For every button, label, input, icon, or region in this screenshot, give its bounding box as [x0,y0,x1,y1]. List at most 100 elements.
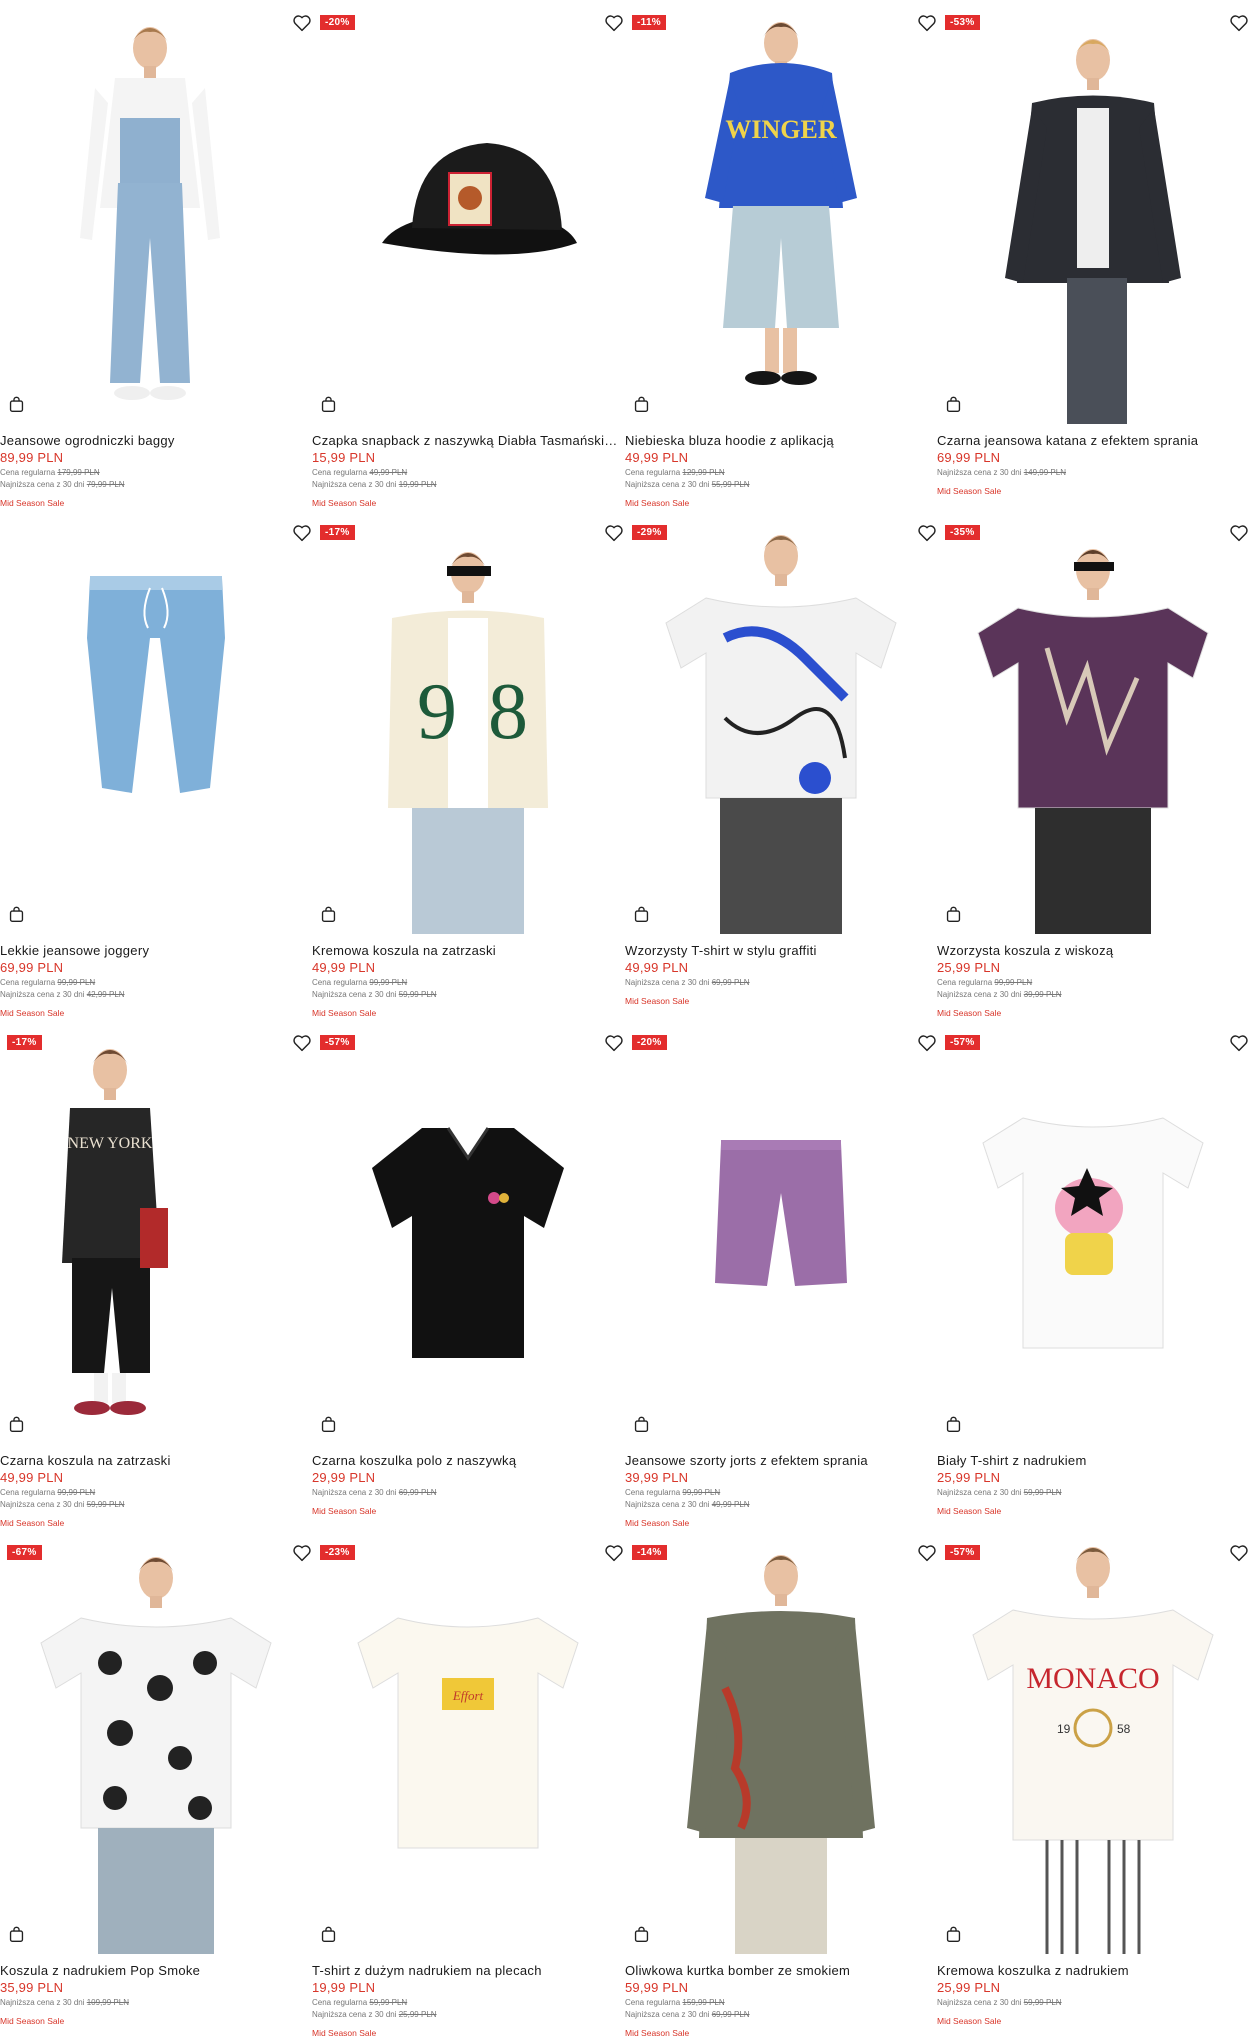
heart-icon[interactable] [917,14,937,32]
heart-icon[interactable] [1229,1544,1249,1562]
product-photo [977,549,1209,934]
product-image[interactable] [937,1028,1249,1444]
bag-icon[interactable] [945,906,962,923]
product-card[interactable]: -20% Czarna koszulka polo z naszywką 29,… [312,1028,667,1538]
product-name[interactable]: Czarna koszulka polo z naszywką [312,1453,624,1469]
product-name[interactable]: Jeansowe ogrodniczki baggy [0,433,312,449]
product-card[interactable]: Effort -14% T-shirt z dużym nadrukiem na… [312,1538,667,2039]
heart-icon[interactable] [604,14,624,32]
product-image[interactable] [625,1538,937,1954]
heart-icon[interactable] [604,524,624,542]
product-card[interactable]: NEW YORK -17% -57% Czarna koszula na zat… [0,1028,355,1538]
sale-label: Mid Season Sale [625,1518,690,1528]
product-card[interactable]: -67% -23% Koszula z nadrukiem Pop Smoke … [0,1538,355,2039]
bag-icon[interactable] [633,396,650,413]
discount-badge: -35% [945,525,980,540]
product-name[interactable]: Lekkie jeansowe joggery [0,943,312,959]
heart-icon[interactable] [292,1034,312,1052]
product-image[interactable] [0,1538,312,1954]
product-image[interactable] [0,518,312,934]
heart-icon[interactable] [917,1544,937,1562]
product-card[interactable]: Wzorzysta koszula z wiskozą 25,99 PLN Ce… [937,518,1249,1028]
lowest-price: Najniższa cena z 30 dni 55,99 PLN [625,480,750,489]
bag-icon[interactable] [320,906,337,923]
bag-icon[interactable] [320,1416,337,1433]
heart-icon[interactable] [917,1034,937,1052]
product-name[interactable]: Jeansowe szorty jorts z efektem sprania [625,1453,937,1469]
product-card[interactable]: Biały T-shirt z nadrukiem 25,99 PLN Najn… [937,1028,1249,1538]
bag-icon[interactable] [8,906,25,923]
product-name[interactable]: Czapka snapback z naszywką Diabła Tasmań… [312,433,624,449]
product-name[interactable]: Koszula z nadrukiem Pop Smoke [0,1963,312,1979]
product-card[interactable]: 9 8 -29% Kremowa koszula na zatrzaski 49… [312,518,667,1028]
product-card[interactable]: Czarna jeansowa katana z efektem sprania… [937,8,1249,518]
product-name[interactable]: Czarna jeansowa katana z efektem sprania [937,433,1249,449]
bag-icon[interactable] [8,396,25,413]
product-photo [372,1127,564,1358]
bag-icon[interactable] [633,1926,650,1943]
sale-label: Mid Season Sale [312,498,377,508]
product-info: Czapka snapback z naszywką Diabła Tasmań… [312,433,624,509]
heart-icon[interactable] [292,14,312,32]
product-photo [982,1117,1204,1349]
product-card[interactable]: -11% Czapka snapback z naszywką Diabła T… [312,8,666,518]
product-image[interactable] [937,8,1249,424]
product-photo [382,143,577,255]
product-card[interactable]: -57% Oliwkowa kurtka bomber ze smokiem 5… [625,1538,980,2039]
regular-price: Cena regularna 99,99 PLN [0,978,96,987]
product-image[interactable]: WINGER [625,8,937,424]
product-image[interactable]: NEW YORK [0,1028,312,1444]
product-name[interactable]: Wzorzysta koszula z wiskozą [937,943,1249,959]
product-name[interactable]: T-shirt z dużym nadrukiem na plecach [312,1963,624,1979]
bag-icon[interactable] [945,396,962,413]
lowest-price: Najniższa cena z 30 dni 59,99 PLN [312,990,437,999]
product-info: Koszula z nadrukiem Pop Smoke 35,99 PLN … [0,1963,312,2027]
product-photo [665,535,897,934]
product-card[interactable]: -20% Jeansowe ogrodniczki baggy 89,99 PL… [0,8,355,518]
discount-badge: -57% [945,1545,980,1560]
lowest-price: Najniższa cena z 30 dni 149,99 PLN [937,468,1066,477]
bag-icon[interactable] [320,396,337,413]
heart-icon[interactable] [1229,14,1249,32]
product-image[interactable] [312,1028,624,1444]
product-image[interactable] [625,1028,937,1444]
product-image[interactable] [937,518,1249,934]
product-name[interactable]: Biały T-shirt z nadrukiem [937,1453,1249,1469]
product-card[interactable]: -35% Wzorzysty T-shirt w stylu graffiti … [625,518,980,1028]
heart-icon[interactable] [604,1034,624,1052]
bag-icon[interactable] [8,1416,25,1433]
heart-icon[interactable] [1229,1034,1249,1052]
product-name[interactable]: Kremowa koszula na zatrzaski [312,943,624,959]
heart-icon[interactable] [604,1544,624,1562]
product-name[interactable]: Wzorzysty T-shirt w stylu graffiti [625,943,937,959]
lowest-price: Najniższa cena z 30 dni 69,99 PLN [312,1488,437,1497]
heart-icon[interactable] [1229,524,1249,542]
sale-label: Mid Season Sale [937,486,1002,496]
product-image[interactable]: Effort [312,1538,624,1954]
product-name[interactable]: Oliwkowa kurtka bomber ze smokiem [625,1963,937,1979]
product-image[interactable] [625,518,937,934]
bag-icon[interactable] [633,906,650,923]
heart-icon[interactable] [292,524,312,542]
product-image[interactable] [312,8,624,424]
product-image[interactable]: 9 8 [312,518,624,934]
heart-icon[interactable] [292,1544,312,1562]
product-name[interactable]: Niebieska bluza hoodie z aplikacją [625,433,937,449]
bag-icon[interactable] [320,1926,337,1943]
lowest-price: Najniższa cena z 30 dni 39,99 PLN [937,990,1062,999]
heart-icon[interactable] [917,524,937,542]
bag-icon[interactable] [8,1926,25,1943]
bag-icon[interactable] [945,1416,962,1433]
product-image[interactable]: MONACO 19 58 [937,1538,1249,1954]
product-name[interactable]: Kremowa koszulka z nadrukiem [937,1963,1249,1979]
product-card[interactable]: MONACO 19 58 Kremowa koszulka z nadrukiem… [937,1538,1249,2039]
product-price: 35,99 PLN [0,1980,64,1995]
product-card[interactable]: -17% Lekkie jeansowe joggery 69,99 PLN C… [0,518,355,1028]
product-card[interactable]: WINGER -53% Niebieska bluza hoodie z apl… [625,8,980,518]
bag-icon[interactable] [945,1926,962,1943]
product-image[interactable] [0,8,312,424]
product-name[interactable]: Czarna koszula na zatrzaski [0,1453,312,1469]
bag-icon[interactable] [633,1416,650,1433]
product-card[interactable]: -57% Jeansowe szorty jorts z efektem spr… [625,1028,980,1538]
lowest-price: Najniższa cena z 30 dni 49,99 PLN [625,1500,750,1509]
